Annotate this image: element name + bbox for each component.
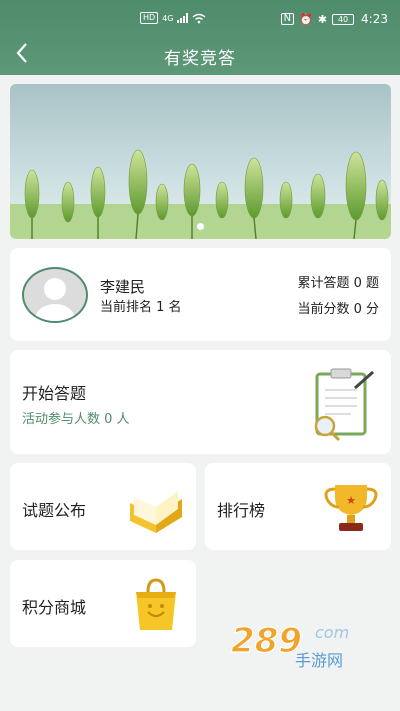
avatar[interactable]: [22, 267, 88, 323]
total-answers: 累计答题 0 题: [297, 276, 379, 291]
trophy-icon: ★: [324, 485, 378, 531]
watermark-suffix: com: [315, 623, 349, 642]
start-quiz-title: 开始答题: [22, 384, 87, 403]
clipboard-icon: [314, 368, 374, 442]
hd-badge: HD: [140, 12, 159, 24]
alarm-icon: ⏰: [299, 12, 313, 26]
wifi-icon: [193, 13, 206, 23]
user-placeholder-icon: [35, 278, 75, 321]
signal-icon: [177, 13, 189, 23]
tile-points-mall[interactable]: 积分商城: [10, 560, 196, 647]
user-name: 李建民: [100, 278, 146, 296]
current-score: 当前分数 0 分: [297, 302, 379, 317]
clock: 4:23: [361, 12, 388, 26]
participants-count: 活动参与人数 0 人: [22, 412, 130, 427]
bluetooth-icon: ✱: [317, 12, 328, 26]
svg-text:★: ★: [346, 494, 356, 507]
site-watermark: 289 com 手游网: [225, 606, 385, 676]
brand-logo-icon: 289 com 手游网: [230, 620, 349, 670]
battery-icon: 40: [332, 13, 355, 25]
network-label: 4G: [162, 13, 174, 23]
tile-label: 试题公布: [22, 501, 87, 520]
wheat-field-image: [10, 149, 391, 239]
tile-label: 排行榜: [217, 501, 266, 520]
carousel-indicator[interactable]: [197, 223, 204, 230]
tile-label: 积分商城: [22, 598, 87, 617]
tile-leaderboard[interactable]: 排行榜 ★: [205, 463, 391, 550]
open-book-icon: [130, 491, 182, 533]
app-header: HD 4G N ⏰ ✱ 40 4:23 有奖竞答: [0, 0, 400, 75]
page-title: 有奖竞答: [164, 49, 236, 69]
status-bar: HD 4G N ⏰ ✱ 40 4:23: [0, 8, 400, 28]
profile-card: 李建民 当前排名 1 名 累计答题 0 题 当前分数 0 分: [10, 248, 391, 341]
tile-questions-published[interactable]: 试题公布: [10, 463, 196, 550]
watermark-brand: 289: [231, 621, 302, 661]
user-rank: 当前排名 1 名: [100, 300, 182, 315]
shopping-bag-icon: [136, 578, 176, 630]
start-quiz-card[interactable]: 开始答题 活动参与人数 0 人: [10, 350, 391, 454]
banner-carousel[interactable]: [10, 84, 391, 239]
watermark-sub: 手游网: [295, 651, 343, 670]
nfc-icon: N: [280, 13, 295, 25]
